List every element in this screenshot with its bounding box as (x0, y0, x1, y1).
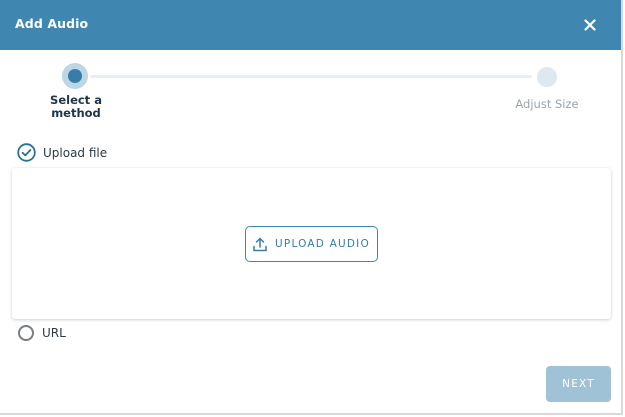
next-button-label: NEXT (562, 378, 595, 390)
add-audio-dialog: Add Audio Select a method Adjust Size Up… (0, 0, 623, 415)
step-indicator-inactive (537, 67, 557, 87)
upload-icon (253, 237, 267, 251)
upload-audio-button[interactable]: UPLOAD AUDIO (245, 226, 378, 262)
step-indicator-active (62, 63, 88, 89)
step-indicator-inner (68, 69, 82, 83)
upload-audio-label: UPLOAD AUDIO (275, 238, 370, 250)
stepper-connector (90, 75, 532, 78)
step-label-adjust-size: Adjust Size (515, 97, 579, 111)
dialog-header: Add Audio (0, 0, 621, 50)
check-circle-icon (17, 143, 36, 162)
option-upload-file[interactable]: Upload file (17, 143, 107, 162)
step-label-select-method: Select a method (50, 93, 102, 120)
next-button[interactable]: NEXT (546, 366, 611, 402)
radio-unchecked-icon (18, 325, 34, 341)
dialog-title: Add Audio (15, 16, 89, 31)
option-url-label: URL (42, 326, 66, 340)
close-button[interactable] (580, 15, 600, 35)
option-upload-label: Upload file (43, 145, 108, 160)
upload-panel: UPLOAD AUDIO (12, 168, 611, 319)
option-url[interactable]: URL (18, 325, 66, 341)
close-icon (584, 19, 596, 31)
